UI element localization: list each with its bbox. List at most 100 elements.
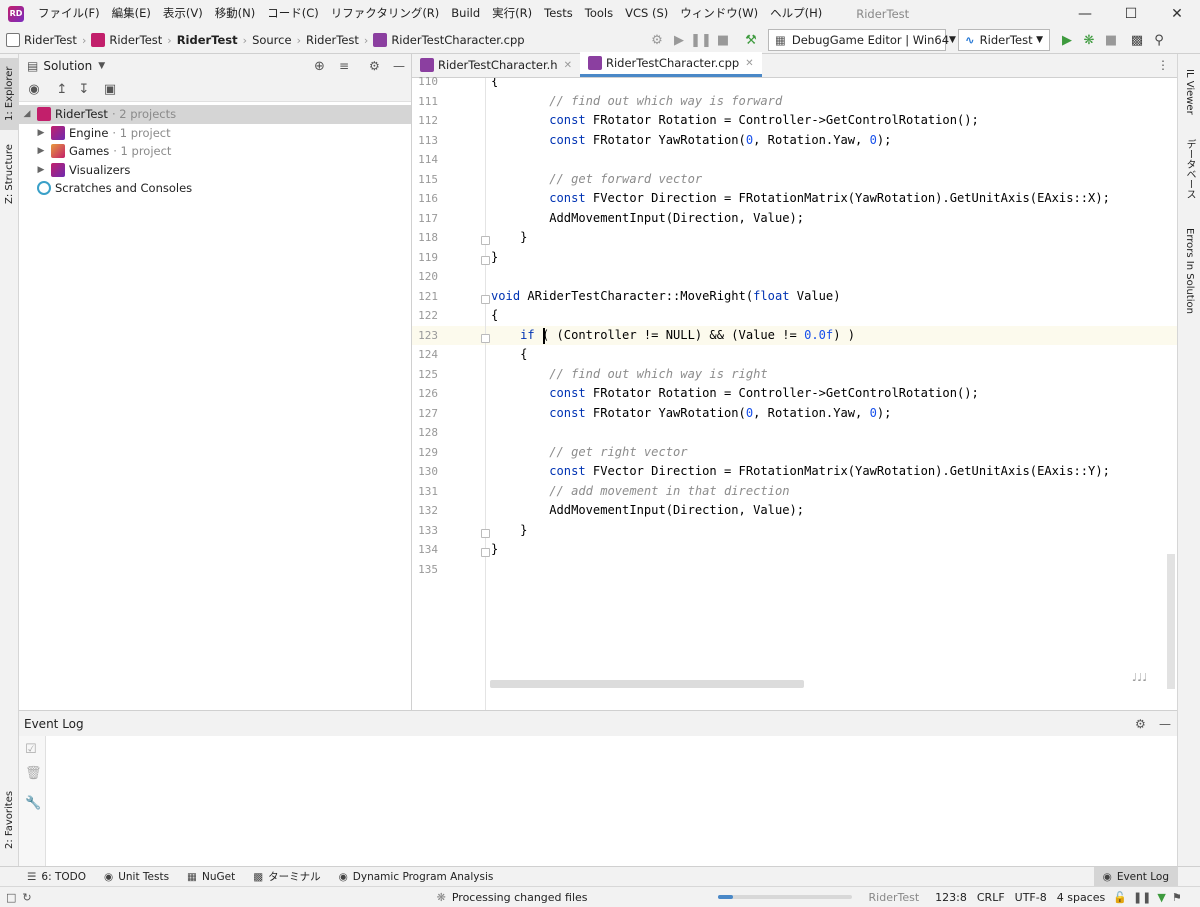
tree-item-visualizers[interactable]: ▶ Visualizers — [19, 161, 411, 180]
solution-title[interactable]: Solution — [43, 59, 92, 73]
collapsed-arrow-icon[interactable]: ▶ — [35, 128, 47, 138]
status-project[interactable]: RiderTest — [869, 891, 920, 904]
code-line[interactable]: AddMovementInput(Direction, Value); — [491, 211, 804, 225]
il-viewer-tool-tab[interactable]: IL Viewer — [1178, 62, 1200, 122]
indent-setting[interactable]: 4 spaces — [1057, 891, 1106, 904]
search-icon[interactable]: ⚲ — [1148, 29, 1170, 51]
breadcrumb-item-source[interactable]: Source › — [252, 33, 306, 47]
code-line[interactable]: } — [491, 250, 498, 264]
fold-marker-icon[interactable] — [481, 255, 490, 265]
close-window-button[interactable]: ✕ — [1154, 0, 1200, 27]
stop-icon[interactable]: ■ — [712, 29, 734, 51]
code-line[interactable]: // get forward vector — [491, 172, 702, 186]
code-line[interactable]: const FRotator YawRotation(0, Rotation.Y… — [491, 133, 891, 147]
database-tool-tab[interactable]: データベース — [1178, 134, 1200, 204]
code-line[interactable]: if ( (Controller != NULL) && (Value != 0… — [491, 328, 855, 342]
code-line[interactable]: AddMovementInput(Direction, Value); — [491, 503, 804, 517]
structure-tool-tab[interactable]: Z: Structure — [0, 138, 19, 210]
editor-menu-icon[interactable]: ⋮ — [1149, 58, 1177, 77]
menu-item[interactable]: VCS (S) — [619, 0, 674, 27]
tab-nuget[interactable]: ▦ NuGet — [178, 871, 244, 883]
code-line[interactable]: const FRotator YawRotation(0, Rotation.Y… — [491, 406, 891, 420]
notifications-icon[interactable]: ⚑ — [1172, 891, 1182, 904]
fold-marker-icon[interactable] — [481, 333, 490, 343]
tab-terminal[interactable]: ▩ ターミナル — [244, 869, 329, 884]
lock-icon[interactable]: 🔓 — [1113, 891, 1127, 904]
code-line[interactable]: const FVector Direction = FRotationMatri… — [491, 191, 1110, 205]
tab-todo[interactable]: ☰ 6: TODO — [18, 871, 95, 883]
caret-position[interactable]: 123:8 — [935, 891, 967, 904]
close-tab-icon[interactable]: ✕ — [745, 58, 753, 69]
background-task-label[interactable]: Processing changed files — [452, 891, 588, 904]
collapse-all-icon[interactable]: ≡ — [339, 59, 349, 73]
mark-read-icon[interactable]: ☑ — [25, 742, 37, 757]
tree-item-scratches[interactable]: Scratches and Consoles — [19, 179, 411, 198]
run-icon[interactable]: ▶ — [1056, 29, 1078, 51]
menu-item[interactable]: Build — [445, 0, 486, 27]
preview-icon[interactable]: ▣ — [99, 79, 121, 101]
tab-header-file[interactable]: RiderTestCharacter.h ✕ — [412, 53, 580, 77]
code-line[interactable]: } — [491, 230, 527, 244]
code-line[interactable]: // find out which way is right — [491, 367, 767, 381]
file-encoding[interactable]: UTF-8 — [1015, 891, 1047, 904]
menu-item[interactable]: 移動(N) — [209, 0, 262, 27]
gear-icon[interactable]: ⚙ — [1135, 717, 1146, 731]
layout-icon[interactable]: ▩ — [1126, 29, 1148, 51]
history-icon[interactable]: ↻ — [22, 891, 31, 904]
inspection-status-icon[interactable]: ▼ — [1157, 891, 1165, 904]
inspection-widget-icon[interactable]: ♩♩♩ — [1132, 671, 1148, 684]
explorer-tool-tab[interactable]: 1: Explorer — [0, 58, 19, 130]
line-separator[interactable]: CRLF — [977, 891, 1005, 904]
hide-panel-icon[interactable]: — — [393, 59, 405, 73]
wrench-icon[interactable]: 🔧 — [25, 796, 41, 811]
breadcrumb-item-subfolder[interactable]: RiderTest › — [306, 33, 373, 47]
code-line[interactable]: } — [491, 523, 527, 537]
maximize-button[interactable]: ☐ — [1108, 0, 1154, 27]
show-all-files-icon[interactable]: ◉ — [23, 79, 45, 101]
breadcrumb-item-folder[interactable]: RiderTest › — [177, 33, 252, 47]
code-line[interactable]: const FRotator Rotation = Controller->Ge… — [491, 386, 979, 400]
expand-down-icon[interactable]: ↧ — [73, 79, 95, 101]
tab-dynamic-analysis[interactable]: ◉ Dynamic Program Analysis — [330, 871, 503, 883]
menu-item[interactable]: リファクタリング(R) — [325, 0, 446, 27]
expand-up-icon[interactable]: ↥ — [51, 79, 73, 101]
tree-item-games[interactable]: ▶ Games · 1 project — [19, 142, 411, 161]
code-line[interactable]: // get right vector — [491, 445, 687, 459]
menu-item[interactable]: ファイル(F) — [32, 0, 106, 27]
locate-target-icon[interactable]: ⊕ — [314, 59, 325, 74]
menu-item[interactable]: 表示(V) — [157, 0, 209, 27]
menu-item[interactable]: 実行(R) — [486, 0, 538, 27]
menu-item[interactable]: ウィンドウ(W) — [674, 0, 764, 27]
expanded-arrow-icon[interactable]: ◢ — [21, 109, 33, 119]
code-area[interactable]: { // find out which way is forward const… — [412, 78, 1177, 710]
minimize-button[interactable]: — — [1062, 0, 1108, 27]
settings-gear-icon[interactable]: ⚙ — [646, 29, 668, 51]
code-line[interactable]: { — [491, 347, 527, 361]
code-line[interactable]: // find out which way is forward — [491, 94, 782, 108]
run-target-dropdown[interactable]: ∿ RiderTest ▼ — [958, 29, 1050, 51]
resume-icon[interactable]: ▶ — [668, 29, 690, 51]
tree-item-engine[interactable]: ▶ Engine · 1 project — [19, 124, 411, 143]
fold-marker-icon[interactable] — [481, 236, 490, 245]
fold-marker-icon[interactable] — [481, 294, 490, 304]
configuration-dropdown[interactable]: ▦ DebugGame Editor | Win64 ▼ — [768, 29, 956, 51]
favorites-tool-tab[interactable]: 2: Favorites — [0, 782, 19, 858]
debug-bug-icon[interactable]: ❋ — [1078, 29, 1100, 51]
breadcrumb-item-solution[interactable]: RiderTest › — [6, 33, 91, 47]
tab-unit-tests[interactable]: ◉ Unit Tests — [95, 871, 178, 883]
menu-item[interactable]: Tests — [538, 0, 579, 27]
gear-icon[interactable]: ⚙ — [369, 59, 380, 73]
trash-icon[interactable]: 🗑 — [25, 766, 42, 781]
menu-item[interactable]: ヘルプ(H) — [764, 0, 828, 27]
menu-item[interactable]: 編集(E) — [106, 0, 157, 27]
code-line[interactable]: void ARiderTestCharacter::MoveRight(floa… — [491, 289, 841, 303]
horizontal-scrollbar[interactable] — [490, 680, 804, 688]
collapsed-arrow-icon[interactable]: ▶ — [35, 146, 47, 156]
stop-run-icon[interactable]: ■ — [1100, 29, 1122, 51]
tab-cpp-file[interactable]: RiderTestCharacter.cpp ✕ — [580, 52, 762, 77]
toggle-tool-windows-icon[interactable]: □ — [6, 891, 16, 904]
pause-icon[interactable]: ❚❚ — [690, 29, 712, 51]
code-line[interactable]: const FVector Direction = FRotationMatri… — [491, 464, 1110, 478]
code-line[interactable]: { — [491, 308, 498, 322]
fold-marker-icon[interactable] — [481, 528, 490, 538]
